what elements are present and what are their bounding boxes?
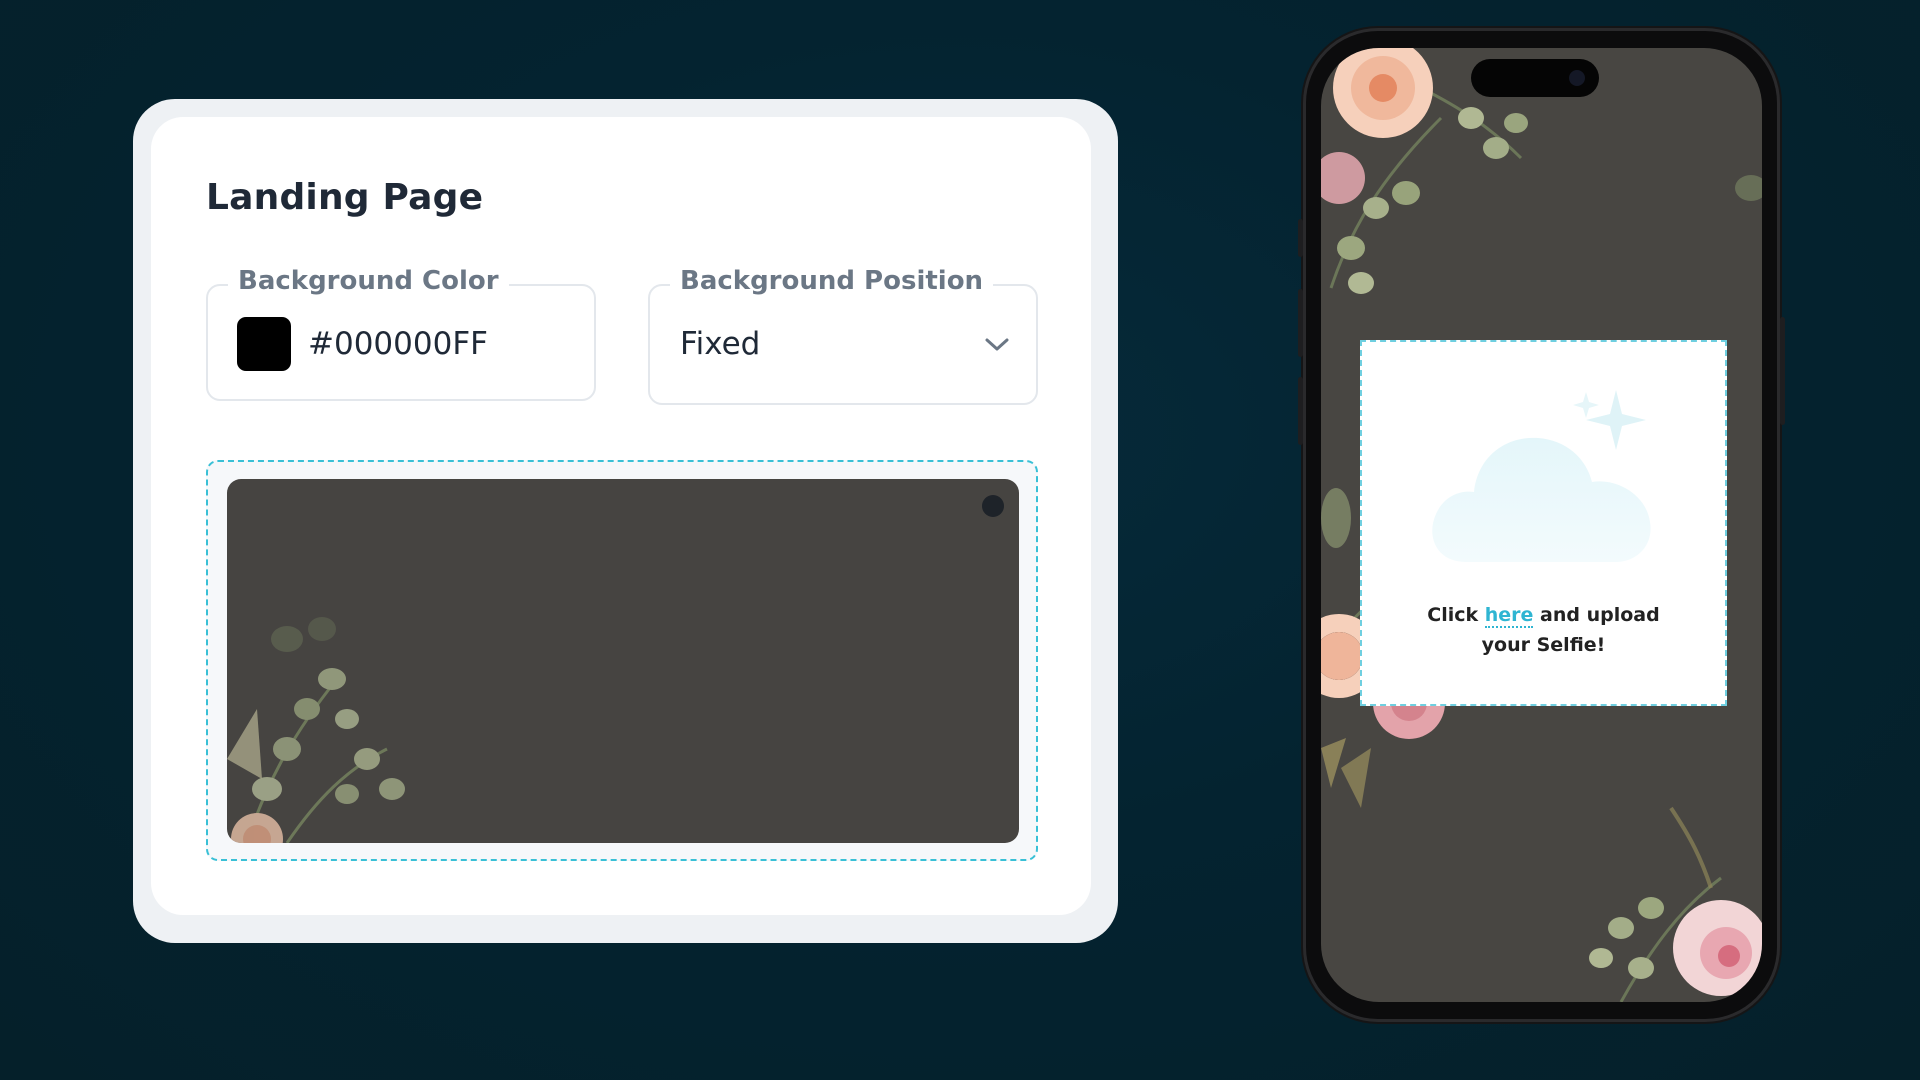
floral-decoration: [227, 617, 405, 843]
background-color-field[interactable]: Background Color #000000FF: [206, 266, 596, 401]
cloud-upload-icon: [1432, 390, 1651, 562]
upload-link[interactable]: here: [1484, 604, 1534, 628]
color-swatch[interactable]: [237, 317, 291, 371]
upload-instruction: Click here and upload your Selfie!: [1362, 600, 1725, 660]
phone-preview: Click here and upload your Selfie!: [1298, 31, 1785, 1019]
selfie-upload-box[interactable]: Click here and upload your Selfie!: [1360, 340, 1727, 706]
landing-page-settings-card: Landing Page Background Color #000000FF …: [151, 117, 1091, 915]
phone-power-button: [1780, 317, 1785, 425]
background-image-dropzone[interactable]: [206, 460, 1038, 861]
page-title: Landing Page: [206, 177, 484, 218]
upload-text-prefix: Click: [1427, 604, 1479, 626]
camera-icon: [1569, 70, 1585, 86]
upload-text-suffix: and upload: [1540, 604, 1660, 626]
background-position-value: Fixed: [680, 326, 761, 362]
phone-screen: Click here and upload your Selfie!: [1321, 48, 1762, 1002]
upload-text-line2: your Selfie!: [1481, 634, 1606, 656]
background-color-label: Background Color: [228, 266, 509, 296]
preview-status-dot: [982, 495, 1004, 517]
phone-action-button: [1298, 219, 1303, 257]
background-position-label: Background Position: [670, 266, 994, 296]
background-color-value[interactable]: #000000FF: [308, 326, 488, 362]
chevron-down-icon[interactable]: [984, 336, 1010, 354]
dynamic-island: [1471, 59, 1599, 97]
phone-volume-up: [1298, 289, 1303, 357]
background-position-select[interactable]: Background Position Fixed: [648, 266, 1038, 405]
phone-volume-down: [1298, 377, 1303, 445]
background-image-preview: [227, 479, 1019, 843]
